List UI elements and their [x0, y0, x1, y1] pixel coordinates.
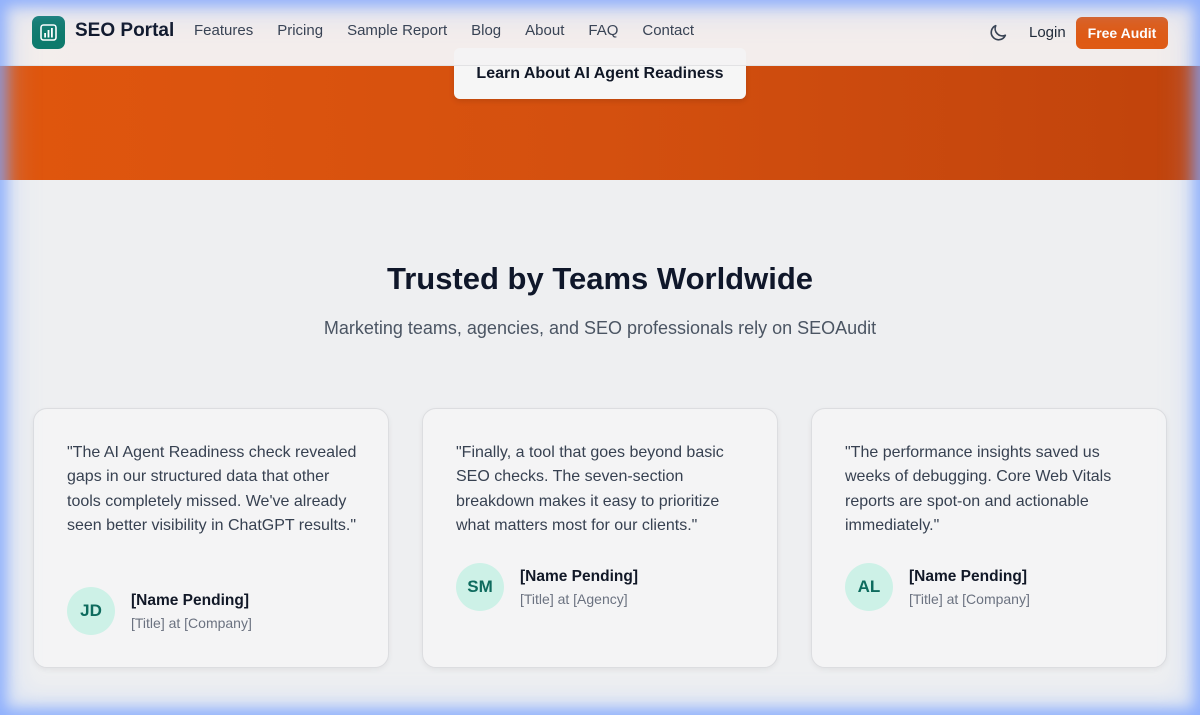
free-audit-button[interactable]: Free Audit	[1076, 17, 1168, 49]
testimonial-quote: "The performance insights saved us weeks…	[845, 444, 1112, 534]
section-title: Trusted by Teams Worldwide	[386, 261, 814, 296]
top-nav: SEO Portal Features Pricing Sample Repor…	[0, 0, 1200, 66]
testimonial-quote: "The AI Agent Readiness check revealed g…	[67, 444, 357, 534]
brand-name[interactable]: SEO Portal	[75, 20, 174, 42]
login-link[interactable]: Login	[1029, 24, 1066, 41]
moon-icon[interactable]	[987, 22, 1009, 44]
nav-link-blog[interactable]: Blog	[471, 22, 501, 39]
testimonial-card: "The performance insights saved us weeks…	[811, 408, 1167, 668]
testimonial-card: "The AI Agent Readiness check revealed g…	[33, 408, 389, 668]
avatar: AL	[845, 563, 893, 611]
bar-chart-icon[interactable]	[32, 16, 65, 49]
nav-links: Features Pricing Sample Report Blog Abou…	[194, 22, 718, 39]
nav-link-contact[interactable]: Contact	[642, 22, 694, 39]
nav-link-faq[interactable]: FAQ	[588, 22, 618, 39]
nav-link-pricing[interactable]: Pricing	[277, 22, 323, 39]
avatar: JD	[67, 587, 115, 635]
testimonial-name: [Name Pending]	[909, 568, 1027, 585]
nav-link-features[interactable]: Features	[194, 22, 253, 39]
testimonial-role: [Title] at [Agency]	[520, 591, 628, 607]
testimonial-card: "Finally, a tool that goes beyond basic …	[422, 408, 778, 668]
nav-link-sample-report[interactable]: Sample Report	[347, 22, 447, 39]
testimonial-role: [Title] at [Company]	[131, 615, 252, 631]
testimonial-name: [Name Pending]	[131, 592, 249, 609]
testimonial-quote: "Finally, a tool that goes beyond basic …	[456, 444, 724, 534]
testimonial-name: [Name Pending]	[520, 568, 638, 585]
avatar: SM	[456, 563, 504, 611]
section-subtitle: Marketing teams, agencies, and SEO profe…	[323, 318, 877, 338]
testimonial-role: [Title] at [Company]	[909, 591, 1030, 607]
nav-link-about[interactable]: About	[525, 22, 564, 39]
